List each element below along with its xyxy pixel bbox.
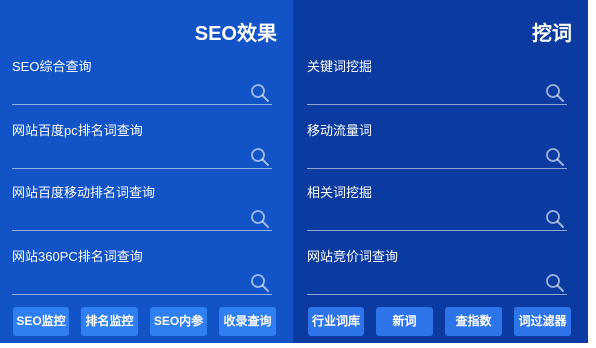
baidu-mobile-rank-input[interactable] [12,205,272,231]
field-label: 网站百度pc排名词查询 [12,123,143,138]
related-words-input[interactable] [307,205,567,231]
search-icon[interactable] [545,147,565,167]
keyword-panel-title: 挖词 [532,23,572,45]
keyword-mining-field: 关键词挖掘 [307,59,567,107]
field-label: 网站竞价词查询 [307,249,399,264]
related-words-field: 相关词挖掘 [307,185,567,233]
seo-insider-button[interactable]: SEO内参 [150,307,207,336]
360-pc-rank-input[interactable] [12,269,272,295]
search-icon[interactable] [250,209,270,229]
field-label: 网站360PC排名词查询 [12,249,143,264]
seo-综合-query-input[interactable] [12,79,272,105]
rank-monitor-button[interactable]: 排名监控 [81,307,138,336]
field-label: SEO综合查询 [12,59,92,74]
search-icon[interactable] [545,209,565,229]
search-icon[interactable] [250,83,270,103]
bidding-words-input[interactable] [307,269,567,295]
seo-panel-title: SEO效果 [194,23,277,45]
seo-panel: SEO效果 SEO综合查询 网站百度pc排名词查询 网站百度移动排名词查询 网站… [0,0,293,343]
seo-综合-query-field: SEO综合查询 [12,59,272,107]
baidu-pc-rank-field: 网站百度pc排名词查询 [12,123,272,171]
360-pc-rank-field: 网站360PC排名词查询 [12,249,272,297]
index-query-button[interactable]: 收录查询 [219,307,276,336]
keyword-panel: 挖词 关键词挖掘 移动流量词 相关词挖掘 网站竞价词查询 行业词库 新词 查指数… [293,0,588,343]
new-words-button[interactable]: 新词 [376,307,433,336]
bidding-words-field: 网站竞价词查询 [307,249,567,297]
baidu-mobile-rank-field: 网站百度移动排名词查询 [12,185,272,233]
mobile-traffic-words-field: 移动流量词 [307,123,567,171]
field-label: 相关词挖掘 [307,185,373,200]
baidu-pc-rank-input[interactable] [12,143,272,169]
search-icon[interactable] [545,273,565,293]
check-index-button[interactable]: 查指数 [445,307,502,336]
search-icon[interactable] [545,83,565,103]
industry-lexicon-button[interactable]: 行业词库 [308,307,364,336]
field-label: 移动流量词 [307,123,373,138]
field-label: 关键词挖掘 [307,59,373,74]
field-label: 网站百度移动排名词查询 [12,185,156,200]
seo-monitor-button[interactable]: SEO监控 [13,307,69,336]
search-icon[interactable] [250,273,270,293]
word-filter-button[interactable]: 词过滤器 [514,307,571,336]
search-icon[interactable] [250,147,270,167]
keyword-mining-input[interactable] [307,79,567,105]
mobile-traffic-words-input[interactable] [307,143,567,169]
